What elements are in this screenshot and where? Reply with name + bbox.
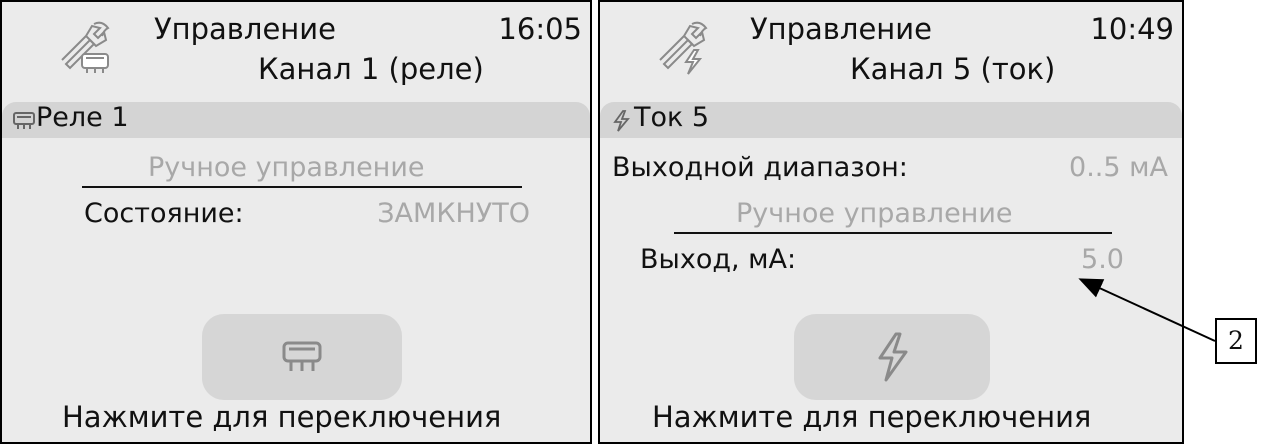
callout-label: 2 — [1215, 318, 1257, 364]
callout-arrow — [1078, 278, 1216, 342]
